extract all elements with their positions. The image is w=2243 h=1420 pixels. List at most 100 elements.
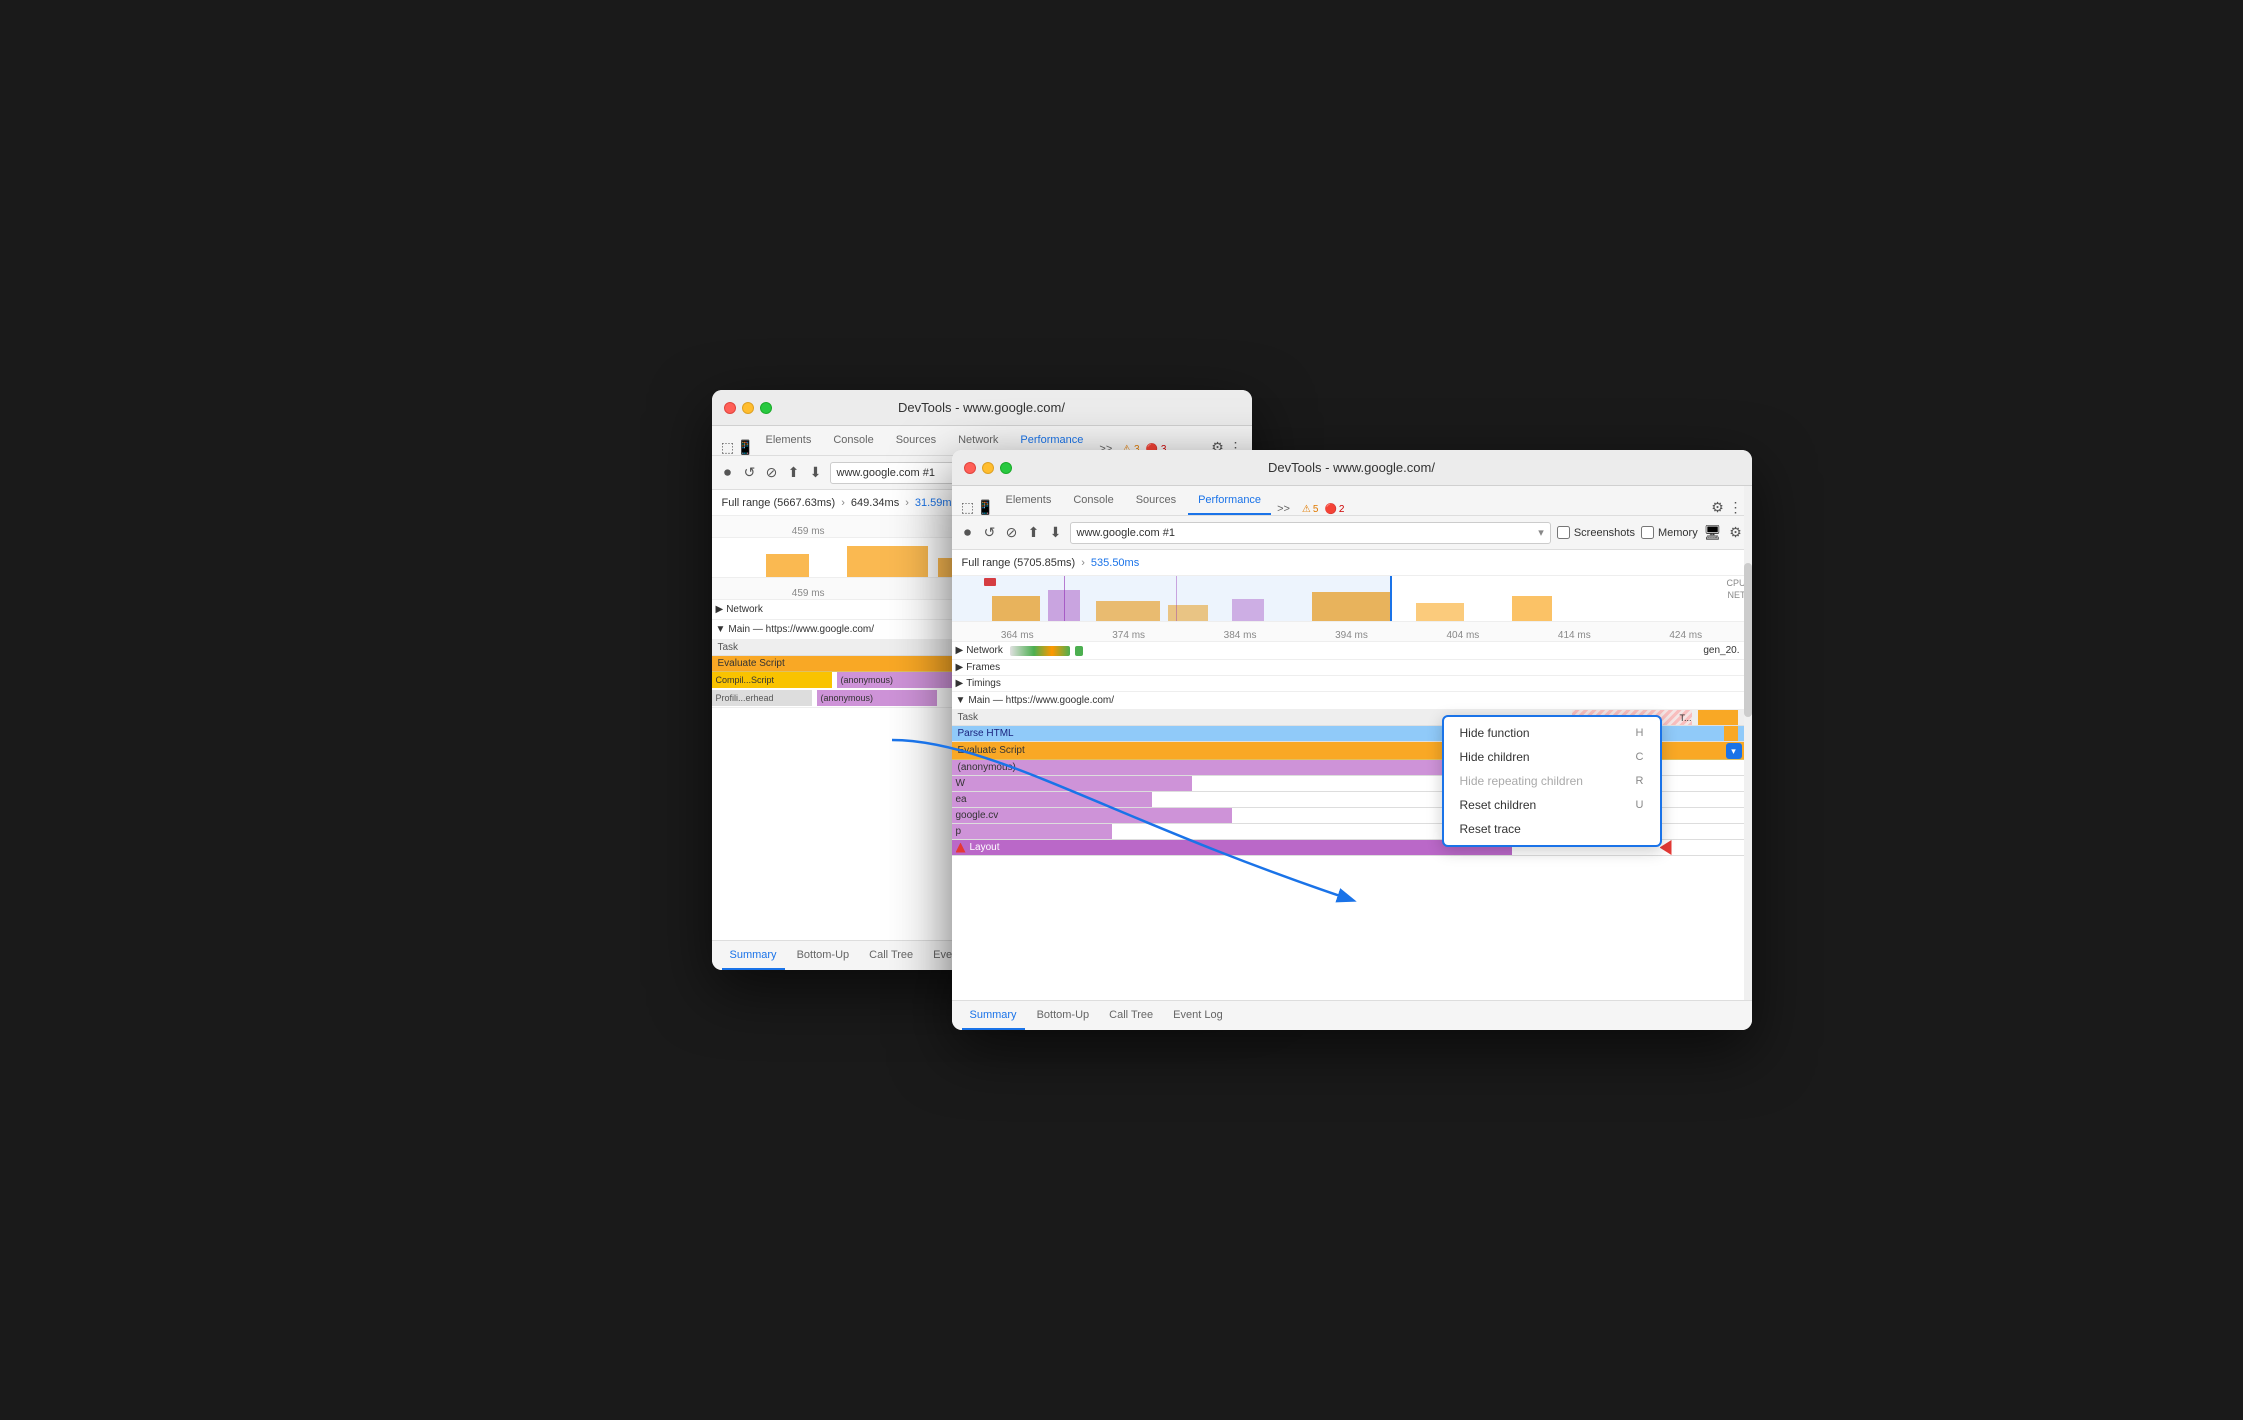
- device-icon[interactable]: 📱: [738, 439, 754, 455]
- clear-icon[interactable]: ⊘: [764, 465, 780, 481]
- back-tab-summary[interactable]: Summary: [722, 941, 785, 970]
- back-traffic-lights: [724, 402, 772, 414]
- back-compile-bar[interactable]: Compil...Script: [712, 672, 832, 688]
- full-range: Full range (5667.63ms): [722, 497, 836, 509]
- zoom-tick-5: 404 ms: [1407, 630, 1518, 641]
- back-tab-bottomup[interactable]: Bottom-Up: [789, 941, 858, 970]
- upload-icon[interactable]: ⬆: [786, 465, 802, 481]
- network-bar-color: [1010, 646, 1070, 656]
- front-tab-bottomup[interactable]: Bottom-Up: [1029, 1001, 1098, 1030]
- menu-reset-children[interactable]: Reset children U: [1444, 793, 1660, 817]
- back-profil-bar[interactable]: Profili...erhead: [712, 690, 812, 706]
- front-memory-label: Memory: [1658, 527, 1698, 539]
- front-maximize-button[interactable]: [1000, 462, 1012, 474]
- front-tab-more[interactable]: >>: [1273, 503, 1294, 515]
- front-url-selector[interactable]: www.google.com #1 ▾: [1070, 522, 1551, 544]
- main-expand[interactable]: ▼: [716, 624, 726, 635]
- front-tab-performance[interactable]: Performance: [1188, 486, 1271, 515]
- eval-dropdown-btn[interactable]: ▾: [1726, 743, 1742, 759]
- back-close-button[interactable]: [724, 402, 736, 414]
- menu-hide-function[interactable]: Hide function H: [1444, 721, 1660, 745]
- ruler-tick2-1: 459 ms: [722, 588, 895, 599]
- front-reload-icon[interactable]: ↺: [982, 525, 998, 541]
- range-arrow2: ›: [905, 497, 909, 509]
- front-tab-sources[interactable]: Sources: [1126, 486, 1186, 515]
- front-device-icon[interactable]: 📱: [978, 499, 994, 515]
- tab-sources[interactable]: Sources: [886, 426, 946, 455]
- front-tab-console[interactable]: Console: [1063, 486, 1123, 515]
- back-maximize-button[interactable]: [760, 402, 772, 414]
- zoom-tick-4: 394 ms: [1296, 630, 1407, 641]
- front-scrollbar-thumb[interactable]: [1744, 563, 1752, 717]
- front-network-expand[interactable]: ▶: [956, 645, 964, 656]
- ruler-tick-1: 459 ms: [722, 526, 895, 537]
- front-layout-bar[interactable]: Layout: [952, 840, 1512, 855]
- back-tab-calltree[interactable]: Call Tree: [861, 941, 921, 970]
- front-window: DevTools - www.google.com/ ⬚ 📱 Elements …: [952, 450, 1752, 1030]
- front-more-icon[interactable]: ⋮: [1728, 499, 1744, 515]
- front-range-bar: Full range (5705.85ms) › 535.50ms: [952, 550, 1752, 576]
- front-googlecv-bar[interactable]: google.cv: [952, 808, 1232, 823]
- front-tab-summary[interactable]: Summary: [962, 1001, 1025, 1030]
- front-tab-elements[interactable]: Elements: [996, 486, 1062, 515]
- front-upload-icon[interactable]: ⬆: [1026, 525, 1042, 541]
- back-anon-bar-1[interactable]: (anonymous): [837, 672, 967, 688]
- front-inspector-icon[interactable]: ⬚: [960, 499, 976, 515]
- front-screenshot-icon[interactable]: 🖥: [1704, 524, 1722, 541]
- front-screenshots-checkbox[interactable]: [1557, 526, 1570, 539]
- reload-icon[interactable]: ↺: [742, 465, 758, 481]
- front-zoom-range: 535.50ms: [1091, 557, 1139, 569]
- back-network-label: ▶ Network: [712, 600, 767, 619]
- selection-area[interactable]: [952, 576, 1392, 621]
- front-download-icon[interactable]: ⬇: [1048, 525, 1064, 541]
- menu-hide-children[interactable]: Hide children C: [1444, 745, 1660, 769]
- front-frames-expand[interactable]: ▶: [956, 662, 964, 673]
- cpu-spike-7: [1416, 603, 1464, 621]
- front-frames-track: ▶ Frames: [952, 660, 1752, 676]
- front-w-bar[interactable]: W: [952, 776, 1192, 791]
- gen-label: gen_20.: [1703, 645, 1739, 656]
- front-ea-bar[interactable]: ea: [952, 792, 1152, 807]
- zoom-tick-6: 414 ms: [1519, 630, 1630, 641]
- front-timings-expand[interactable]: ▶: [956, 678, 964, 689]
- front-tab-calltree[interactable]: Call Tree: [1101, 1001, 1161, 1030]
- scene: DevTools - www.google.com/ ⬚ 📱 Elements …: [672, 370, 1572, 1050]
- front-tab-eventlog[interactable]: Event Log: [1165, 1001, 1231, 1030]
- cpu-bar-1: [766, 554, 809, 577]
- task-t-label: T...: [1679, 710, 1691, 725]
- front-close-button[interactable]: [964, 462, 976, 474]
- front-url-chevron: ▾: [1538, 526, 1544, 539]
- front-toolbar: ⏺ ↺ ⊘ ⬆ ⬇ www.google.com #1 ▾ Screenshot…: [952, 516, 1752, 550]
- tab-elements[interactable]: Elements: [756, 426, 822, 455]
- front-p-bar[interactable]: p: [952, 824, 1112, 839]
- front-main-expand[interactable]: ▼: [956, 695, 966, 706]
- zoom-tick-1: 364 ms: [962, 630, 1073, 641]
- layout-warning-icon: [956, 843, 966, 853]
- front-titlebar: DevTools - www.google.com/: [952, 450, 1752, 486]
- inspector-icon[interactable]: ⬚: [720, 439, 736, 455]
- context-menu: Hide function H Hide children C Hide rep…: [1442, 715, 1662, 847]
- menu-reset-trace[interactable]: Reset trace: [1444, 817, 1660, 841]
- parse-yellow: [1724, 726, 1738, 741]
- front-record-icon[interactable]: ⏺: [960, 525, 976, 541]
- front-warn-badge: ⚠ 5: [1302, 504, 1319, 515]
- back-anon-bar-3[interactable]: (anonymous): [817, 690, 937, 706]
- tab-console[interactable]: Console: [823, 426, 883, 455]
- front-clear-icon[interactable]: ⊘: [1004, 525, 1020, 541]
- front-range-arrow: ›: [1081, 557, 1085, 569]
- range-arrow: ›: [841, 497, 845, 509]
- front-toolbar-settings-icon[interactable]: ⚙: [1728, 525, 1744, 541]
- network-expand[interactable]: ▶: [716, 604, 724, 615]
- cpu-spike-8: [1512, 596, 1552, 621]
- record-icon[interactable]: ⏺: [720, 465, 736, 481]
- front-screenshots-label: Screenshots: [1574, 527, 1635, 539]
- back-minimize-button[interactable]: [742, 402, 754, 414]
- front-scrollbar[interactable]: [1744, 486, 1752, 1000]
- front-settings-icon[interactable]: ⚙: [1710, 499, 1726, 515]
- download-icon[interactable]: ⬇: [808, 465, 824, 481]
- front-screenshots-group: Screenshots: [1557, 526, 1635, 539]
- front-memory-checkbox[interactable]: [1641, 526, 1654, 539]
- menu-hide-repeating: Hide repeating children R: [1444, 769, 1660, 793]
- front-full-range: Full range (5705.85ms): [962, 557, 1076, 569]
- front-minimize-button[interactable]: [982, 462, 994, 474]
